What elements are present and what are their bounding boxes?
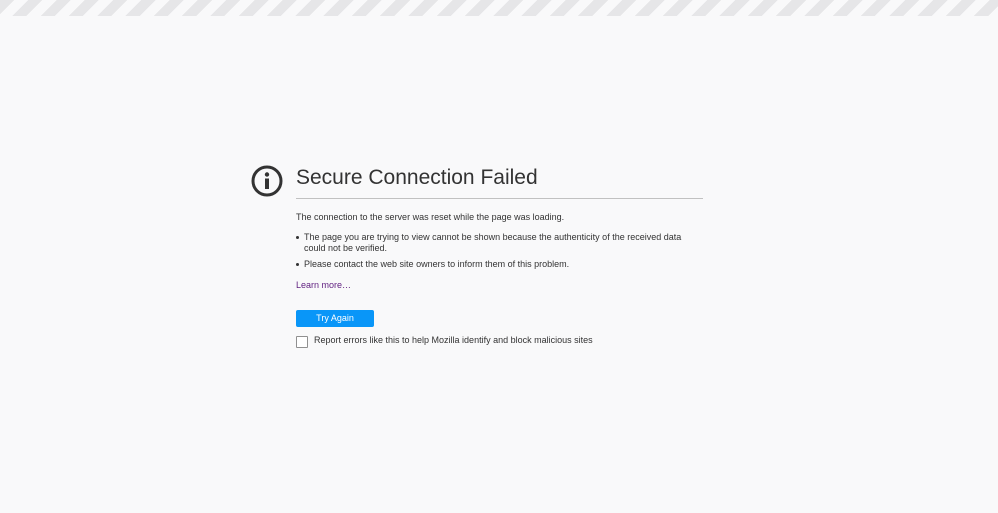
report-errors-row: Report errors like this to help Mozilla … <box>296 335 703 349</box>
bullet-dot <box>296 263 299 266</box>
error-detail-item: Please contact the web site owners to in… <box>296 259 703 270</box>
report-errors-checkbox[interactable] <box>296 336 308 348</box>
error-content: Secure Connection Failed The connection … <box>296 163 703 349</box>
try-again-button[interactable]: Try Again <box>296 310 374 327</box>
error-detail-item: The page you are trying to view cannot b… <box>296 232 703 254</box>
report-errors-label[interactable]: Report errors like this to help Mozilla … <box>314 334 593 346</box>
error-details-list: The page you are trying to view cannot b… <box>296 232 703 270</box>
error-short-description: The connection to the server was reset w… <box>296 212 565 222</box>
learn-more-link[interactable]: Learn more… <box>296 279 351 291</box>
info-circle-icon <box>251 165 283 197</box>
error-detail-text: Please contact the web site owners to in… <box>304 259 570 269</box>
error-detail-text: The page you are trying to view cannot b… <box>304 232 682 253</box>
page-title: Secure Connection Failed <box>296 163 703 199</box>
warning-stripe-bar <box>0 0 998 16</box>
bullet-dot <box>296 236 299 239</box>
